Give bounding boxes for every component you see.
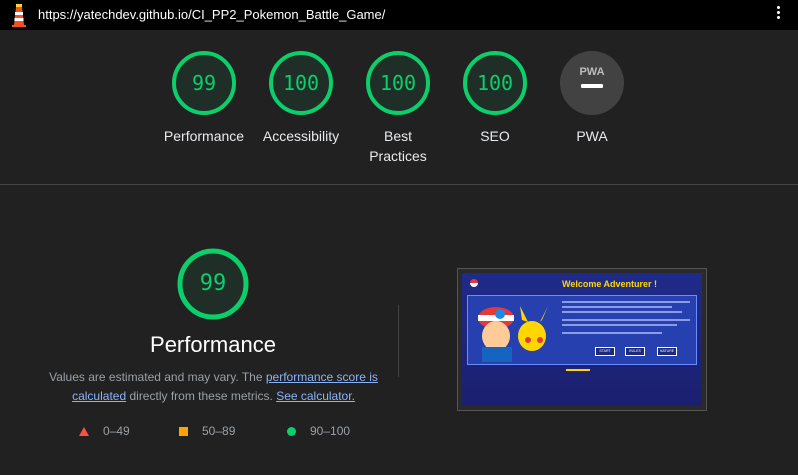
score-legend: 0–49 50–89 90–100 <box>0 424 798 444</box>
text-line <box>562 332 662 334</box>
legend-range: 90–100 <box>310 424 351 438</box>
screenshot-page: Welcome Adventurer ! START RULES NATURE <box>462 273 702 406</box>
see-calculator-link[interactable]: See calculator. <box>276 389 355 403</box>
vertical-divider <box>398 305 399 377</box>
gauge-pwa[interactable]: PWA PWA <box>542 50 642 146</box>
text-line <box>562 324 677 326</box>
gauge-label: SEO <box>480 128 510 144</box>
pokemon-trainer-art-icon <box>470 300 554 362</box>
pwa-badge-text: PWA <box>579 66 604 78</box>
triangle-icon <box>79 426 89 436</box>
legend-range: 50–89 <box>202 424 236 438</box>
text-line <box>562 306 672 308</box>
category-gauges: 99 Performance 100 Accessibility 100 Bes… <box>0 0 798 184</box>
gauge-seo[interactable]: 100 SEO <box>445 50 545 146</box>
start-button: START <box>595 347 615 356</box>
pokeball-icon <box>470 279 478 287</box>
gauge-score: 99 <box>191 71 217 95</box>
final-screenshot-thumbnail[interactable]: Welcome Adventurer ! START RULES NATURE <box>457 268 707 411</box>
gauge-accessibility[interactable]: 100 Accessibility <box>251 50 351 146</box>
section-divider <box>0 184 798 185</box>
performance-note: Values are estimated and may vary. The p… <box>46 368 381 406</box>
gauge-score: 100 <box>476 71 514 95</box>
footer-line <box>566 369 590 371</box>
text-line <box>562 301 690 303</box>
text-line <box>562 311 682 313</box>
note-text: directly from these metrics. <box>126 389 277 403</box>
pwa-badge-icon: PWA <box>560 51 624 115</box>
gauge-best-practices[interactable]: 100 Best Practices <box>348 50 448 166</box>
legend-pass: 90–100 <box>287 424 350 438</box>
gauge-score: 100 <box>379 71 417 95</box>
performance-score: 99 <box>199 271 227 296</box>
nature-button: NATURE <box>657 347 677 356</box>
gauge-score: 100 <box>282 71 320 95</box>
gauge-label: Best Practices <box>369 128 427 164</box>
legend-average: 50–89 <box>179 424 235 438</box>
performance-title: Performance <box>150 332 276 357</box>
legend-fail: 0–49 <box>79 424 130 438</box>
gauge-label: Accessibility <box>262 128 340 144</box>
square-icon <box>179 426 188 436</box>
gauge-performance[interactable]: 99 Performance <box>154 50 254 146</box>
screenshot-title: Welcome Adventurer ! <box>562 279 658 289</box>
note-text: Values are estimated and may vary. The <box>49 370 266 384</box>
gauge-label: PWA <box>576 128 608 144</box>
gauge-label: Performance <box>163 128 245 144</box>
legend-range: 0–49 <box>103 424 130 438</box>
circle-icon <box>287 426 296 436</box>
performance-gauge: 99 <box>176 247 250 321</box>
rules-button: RULES <box>625 347 645 356</box>
text-line <box>562 319 690 321</box>
